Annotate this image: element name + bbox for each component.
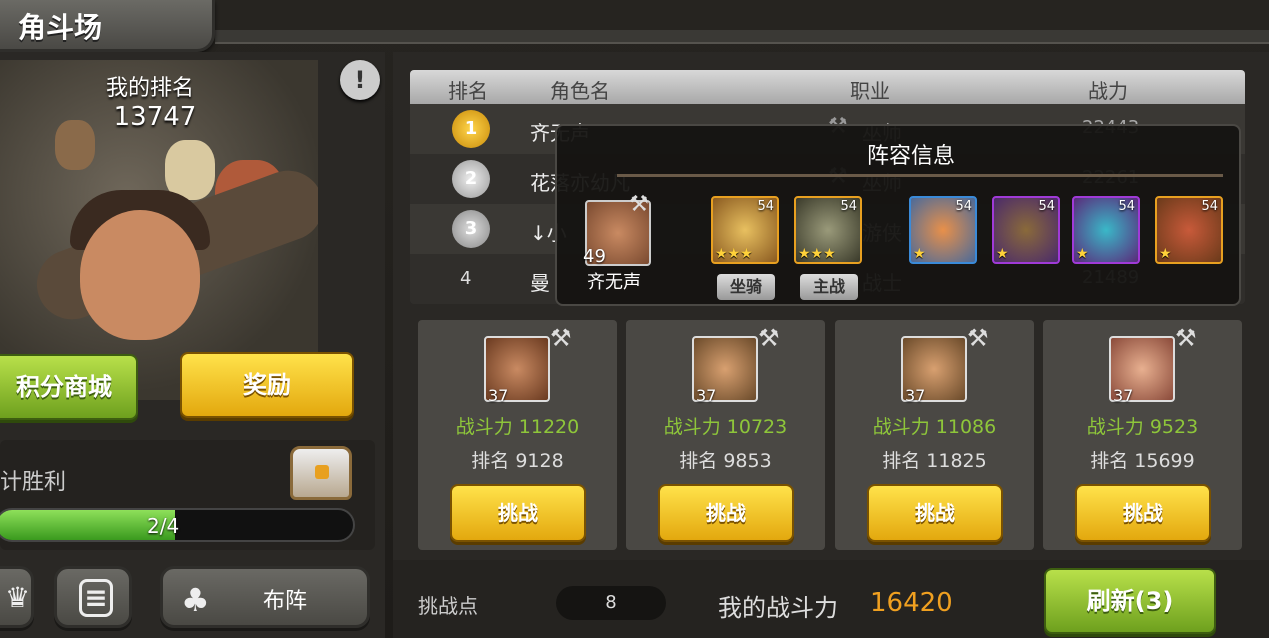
formation-button[interactable]: ♣ 布阵	[160, 566, 370, 628]
mount-tag: 坐骑	[717, 274, 775, 300]
pet-level: 54	[757, 199, 774, 214]
opponent-power: 战斗力 10723	[663, 416, 788, 438]
title-plate: 角斗场	[0, 0, 215, 52]
player-name: 齐无声	[587, 272, 641, 293]
arena-screen: 角斗场 我的排名 13747 ! 积分商城 奖励 计胜利 2/4 ♛ ≡ ♣ 布…	[0, 0, 1269, 638]
row-name: 曼	[530, 271, 550, 295]
wand-icon: ⚒	[967, 324, 989, 352]
header-rank: 排名	[448, 79, 488, 103]
my-rank-label: 我的排名	[105, 76, 194, 101]
wins-progress-text: 2/4	[147, 514, 180, 538]
opponent-rank: 排名 9853	[679, 450, 772, 472]
lineup-popup[interactable]: 阵容信息 ⚒ 49 齐无声 54 ★★★ 54 ★★★ 54 ★ 54 ★ 54…	[555, 124, 1241, 306]
challenge-button[interactable]: 挑战	[1075, 484, 1211, 542]
pet-slot[interactable]: 54 ★★★	[794, 196, 862, 264]
pet-slot[interactable]: 54 ★	[1072, 196, 1140, 264]
opponent-rank: 排名 15699	[1090, 450, 1195, 472]
battle-log-button[interactable]: ≡	[54, 566, 132, 628]
opponent-power: 战斗力 9523	[1086, 416, 1199, 438]
opponent-level: 37	[1113, 386, 1134, 405]
trophy-icon: ♛	[5, 581, 31, 614]
pet-level: 54	[955, 199, 972, 214]
opponent-rank: 排名 9128	[471, 450, 564, 472]
opponent-card: ⚒ 37 战斗力 11086 排名 11825 挑战	[835, 320, 1034, 550]
wins-progress-bar: 2/4	[0, 508, 355, 542]
formation-label: 布阵	[263, 589, 308, 614]
star-icon: ★★★	[798, 246, 836, 262]
opponent-level: 37	[905, 386, 926, 405]
points-shop-button[interactable]: 积分商城	[0, 354, 138, 420]
treasure-chest-icon[interactable]	[290, 446, 352, 500]
challenge-button[interactable]: 挑战	[658, 484, 794, 542]
axe-icon: ⚒	[1175, 324, 1197, 352]
pet-level: 54	[1038, 199, 1055, 214]
header-name: 角色名	[550, 79, 610, 103]
wins-label: 计胜利	[0, 470, 67, 495]
pet-slot[interactable]: 54 ★	[992, 196, 1060, 264]
gold-medal-icon: 1	[452, 110, 490, 148]
trophy-button[interactable]: ♛	[0, 566, 34, 628]
axe-icon: ⚒	[550, 324, 572, 352]
pet-level: 54	[840, 199, 857, 214]
main-battle-tag: 主战	[800, 274, 858, 300]
clover-icon: ♣	[181, 581, 210, 619]
refresh-button[interactable]: 刷新(3)	[1044, 568, 1216, 634]
divider	[617, 174, 1223, 177]
table-header: 排名 角色名 职业 战力	[410, 70, 1245, 104]
row-rank: 4	[460, 268, 472, 289]
page-title: 角斗场	[18, 11, 103, 44]
log-icon: ≡	[79, 579, 113, 617]
header-power: 战力	[1088, 79, 1128, 103]
hero-portrait: 我的排名 13747	[0, 60, 318, 400]
top-bar	[215, 30, 1269, 44]
opponent-power: 战斗力 11086	[872, 416, 997, 438]
opponent-card: ⚒ 37 战斗力 10723 排名 9853 挑战	[626, 320, 825, 550]
wand-icon: ⚒	[758, 324, 780, 352]
opponent-power: 战斗力 11220	[455, 416, 580, 438]
star-icon: ★	[996, 246, 1009, 262]
my-power-label: 我的战斗力	[718, 594, 838, 622]
left-panel: 我的排名 13747	[0, 52, 385, 638]
star-icon: ★	[1076, 246, 1089, 262]
axe-icon: ⚒	[629, 192, 649, 217]
pet-slot[interactable]: 54 ★★★	[711, 196, 779, 264]
opponent-rank: 排名 11825	[882, 450, 987, 472]
challenge-points-value: 8	[556, 586, 666, 620]
challenge-button[interactable]: 挑战	[867, 484, 1003, 542]
info-icon[interactable]: !	[340, 60, 380, 100]
header-job: 职业	[850, 79, 890, 103]
my-rank-value: 13747	[113, 102, 197, 132]
pet-slot[interactable]: 54 ★	[909, 196, 977, 264]
challenge-points-label: 挑战点	[418, 594, 478, 618]
silver-medal-icon: 2	[452, 160, 490, 198]
opponent-level: 37	[488, 386, 509, 405]
player-level: 49	[583, 246, 606, 267]
my-power-value: 16420	[870, 588, 953, 618]
star-icon: ★★★	[715, 246, 753, 262]
bronze-medal-icon: 3	[452, 210, 490, 248]
challenge-button[interactable]: 挑战	[450, 484, 586, 542]
star-icon: ★	[1159, 246, 1172, 262]
lineup-title: 阵容信息	[867, 144, 956, 169]
opponent-card: ⚒ 37 战斗力 11220 排名 9128 挑战	[418, 320, 617, 550]
pet-slot[interactable]: 54 ★	[1155, 196, 1223, 264]
pet-level: 54	[1118, 199, 1135, 214]
star-icon: ★	[913, 246, 926, 262]
opponent-card: ⚒ 37 战斗力 9523 排名 15699 挑战	[1043, 320, 1242, 550]
pet-level: 54	[1201, 199, 1218, 214]
reward-button[interactable]: 奖励	[180, 352, 354, 418]
opponent-level: 37	[696, 386, 717, 405]
